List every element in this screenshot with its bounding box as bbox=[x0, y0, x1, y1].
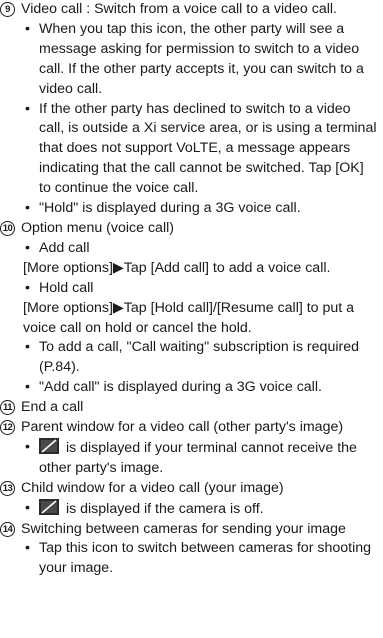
item-number: 9 bbox=[0, 2, 15, 17]
bullet-item: • is displayed if the camera is off. bbox=[23, 498, 377, 520]
bullet-mark: • bbox=[25, 200, 30, 217]
bullet-mark: • bbox=[25, 239, 30, 256]
bullet-mark: • bbox=[25, 540, 30, 557]
item-video-call: 9 Video call : Switch from a voice call … bbox=[0, 0, 377, 20]
bullet-list: • Hold call bbox=[0, 279, 377, 299]
item-title: End a call bbox=[21, 399, 84, 416]
item-child-window: 13 Child window for a video call (your i… bbox=[0, 479, 377, 499]
item-number: 11 bbox=[0, 400, 15, 416]
bullet-label: Add call bbox=[39, 239, 90, 256]
detail-line: [More options]▶Tap [Hold call]/[Resume c… bbox=[0, 299, 377, 339]
item-parent-window: 12 Parent window for a video call (other… bbox=[0, 418, 377, 438]
bullet-item: • "Add call" is displayed during a 3G vo… bbox=[23, 378, 377, 398]
bullet-item: • "Hold" is displayed during a 3G voice … bbox=[23, 199, 377, 219]
bullet-list: • is displayed if your terminal cannot r… bbox=[0, 437, 377, 479]
bullet-label: Hold call bbox=[39, 279, 94, 296]
bullet-text: is displayed if the camera is off. bbox=[65, 500, 264, 517]
bullet-mark: • bbox=[25, 438, 30, 455]
item-title: Child window for a video call (your imag… bbox=[21, 479, 284, 496]
item-title: Parent window for a video call (other pa… bbox=[21, 419, 344, 436]
item-title: Video call : Switch from a voice call to… bbox=[21, 1, 337, 17]
detail-text: [More options]▶Tap [Add call] to add a v… bbox=[23, 259, 331, 276]
detail-line: [More options]▶Tap [Add call] to add a v… bbox=[0, 259, 377, 279]
item-number: 10 bbox=[0, 220, 15, 236]
bullet-list: • When you tap this icon, the other part… bbox=[0, 20, 377, 219]
item-number: 14 bbox=[0, 521, 15, 537]
bullet-list: • Add call bbox=[0, 239, 377, 259]
bullet-mark: • bbox=[25, 279, 30, 296]
bullet-mark: • bbox=[25, 20, 30, 37]
bullet-text: is displayed if your terminal cannot rec… bbox=[39, 439, 357, 476]
item-title: Switching between cameras for sending yo… bbox=[21, 520, 346, 537]
bullet-item: • To add a call, "Call waiting" subscrip… bbox=[23, 338, 377, 378]
bullet-text: If the other party has declined to switc… bbox=[39, 100, 377, 197]
bullet-mark: • bbox=[25, 339, 30, 356]
bullet-item: • Hold call bbox=[23, 279, 377, 299]
bullet-mark: • bbox=[25, 100, 30, 117]
item-title: Option menu (voice call) bbox=[21, 219, 174, 236]
bullet-item: • is displayed if your terminal cannot r… bbox=[23, 437, 377, 479]
camera-off-icon bbox=[39, 437, 59, 454]
bullet-item: • If the other party has declined to swi… bbox=[23, 100, 377, 200]
bullet-text: "Add call" is displayed during a 3G voic… bbox=[39, 379, 322, 396]
bullet-list: • is displayed if the camera is off. bbox=[0, 498, 377, 520]
bullet-text: When you tap this icon, the other party … bbox=[39, 20, 364, 97]
camera-off-icon bbox=[39, 498, 59, 515]
bullet-text: Tap this icon to switch between cameras … bbox=[39, 540, 371, 577]
bullet-item: • Add call bbox=[23, 239, 377, 259]
item-number: 12 bbox=[0, 420, 15, 436]
bullet-item: • When you tap this icon, the other part… bbox=[23, 20, 377, 100]
item-number: 13 bbox=[0, 480, 15, 496]
bullet-text: "Hold" is displayed during a 3G voice ca… bbox=[39, 200, 301, 217]
bullet-item: • Tap this icon to switch between camera… bbox=[23, 539, 377, 579]
document-page: 9 Video call : Switch from a voice call … bbox=[0, 0, 383, 579]
bullet-list: • Tap this icon to switch between camera… bbox=[0, 539, 377, 579]
detail-text: [More options]▶Tap [Hold call]/[Resume c… bbox=[23, 299, 355, 336]
bullet-mark: • bbox=[25, 379, 30, 396]
bullet-mark: • bbox=[25, 499, 30, 516]
item-option-menu: 10 Option menu (voice call) bbox=[0, 219, 377, 239]
bullet-list: • To add a call, "Call waiting" subscrip… bbox=[0, 338, 377, 398]
bullet-text: To add a call, "Call waiting" subscripti… bbox=[39, 339, 359, 376]
item-end-call: 11 End a call bbox=[0, 398, 377, 418]
item-switch-cameras: 14 Switching between cameras for sending… bbox=[0, 520, 377, 540]
